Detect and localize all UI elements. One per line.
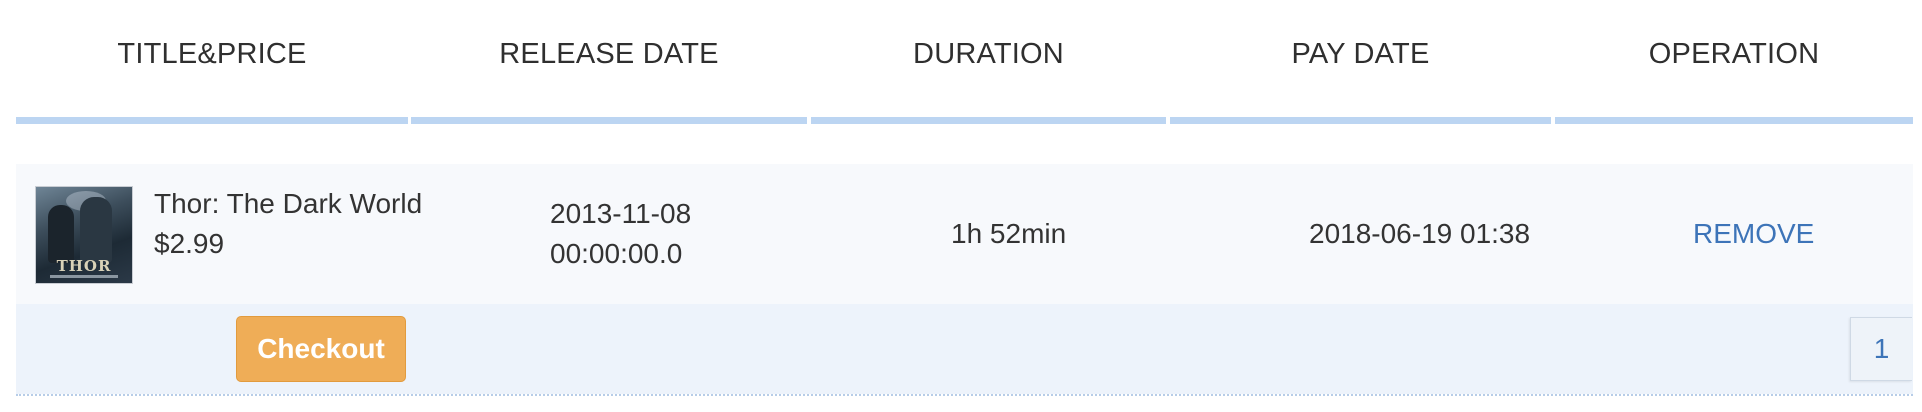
footer-dotted-divider [16, 394, 1913, 396]
poster-figure-right [80, 197, 112, 263]
release-date-time: 00:00:00.0 [550, 238, 683, 269]
table-row: THOR Thor: The Dark World $2.99 2013-11-… [16, 164, 1913, 304]
movie-duration: 1h 52min [951, 218, 1067, 249]
column-header-operation: OPERATION [1648, 38, 1820, 70]
column-header-pay-date: PAY DATE [1291, 38, 1430, 70]
movie-poster-image: THOR [35, 186, 133, 284]
movie-title: Thor: The Dark World [154, 188, 423, 219]
header-divider [16, 117, 408, 124]
poster-subtitle-line [50, 275, 118, 278]
header-divider [811, 117, 1166, 124]
pagination-page-1[interactable]: 1 [1850, 317, 1912, 381]
header-divider [411, 117, 807, 124]
checkout-button[interactable]: Checkout [236, 316, 406, 382]
column-header-release-date: RELEASE DATE [499, 38, 719, 70]
table-footer: Checkout 1 [16, 304, 1913, 394]
column-header-title-price: TITLE&PRICE [117, 38, 307, 70]
table-header: TITLE&PRICE RELEASE DATE DURATION PAY DA… [0, 0, 1922, 124]
pay-date: 2018-06-19 01:38 [1309, 218, 1531, 249]
remove-link[interactable]: REMOVE [1693, 214, 1814, 254]
column-header-duration: DURATION [913, 38, 1064, 70]
poster-logo-text: THOR [56, 257, 112, 275]
movie-price: $2.99 [154, 228, 225, 259]
header-divider [1170, 117, 1551, 124]
poster-figure-left [48, 205, 74, 263]
release-date-day: 2013-11-08 [550, 198, 692, 229]
header-divider [1555, 117, 1913, 124]
